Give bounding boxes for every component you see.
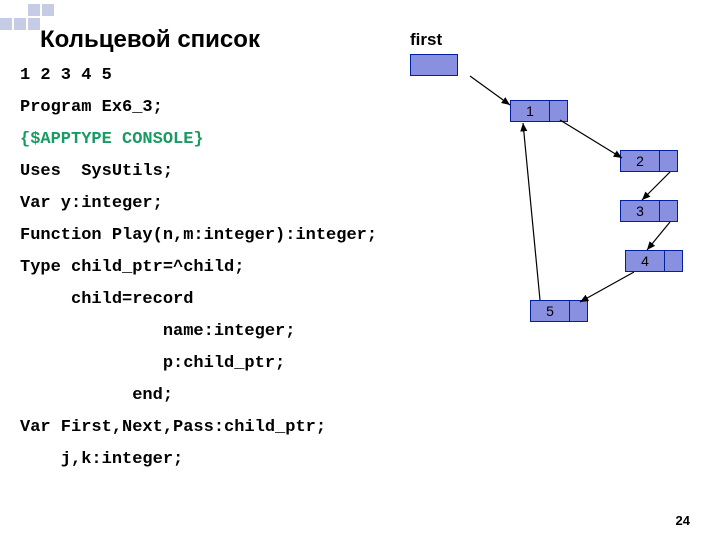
- code-line: Program Ex6_3;: [20, 92, 377, 124]
- node-4-value: 4: [625, 250, 665, 272]
- node-1-ptr: [550, 100, 568, 122]
- node-5-ptr: [570, 300, 588, 322]
- node-2-ptr: [660, 150, 678, 172]
- code-line: p:child_ptr;: [20, 348, 377, 380]
- code-block: 1 2 3 4 5Program Ex6_3;{$APPTYPE CONSOLE…: [20, 60, 377, 476]
- node-4: 4: [625, 250, 683, 272]
- code-line: 1 2 3 4 5: [20, 60, 377, 92]
- node-4-ptr: [665, 250, 683, 272]
- first-label: first: [410, 30, 442, 50]
- code-line: end;: [20, 380, 377, 412]
- code-line: Var y:integer;: [20, 188, 377, 220]
- node-5-value: 5: [530, 300, 570, 322]
- node-3: 3: [620, 200, 678, 222]
- node-1-value: 1: [510, 100, 550, 122]
- node-2: 2: [620, 150, 678, 172]
- node-1: 1: [510, 100, 568, 122]
- first-pointer-box: [410, 54, 458, 76]
- node-3-ptr: [660, 200, 678, 222]
- code-line: {$APPTYPE CONSOLE}: [20, 124, 377, 156]
- code-line: Function Play(n,m:integer):integer;: [20, 220, 377, 252]
- code-line: j,k:integer;: [20, 444, 377, 476]
- code-line: Uses SysUtils;: [20, 156, 377, 188]
- node-2-value: 2: [620, 150, 660, 172]
- linked-list-diagram: first 1 2 3 4 5: [410, 30, 710, 380]
- node-5: 5: [530, 300, 588, 322]
- page-number: 24: [676, 513, 690, 528]
- code-line: child=record: [20, 284, 377, 316]
- code-line: name:integer;: [20, 316, 377, 348]
- node-3-value: 3: [620, 200, 660, 222]
- code-line: Var First,Next,Pass:child_ptr;: [20, 412, 377, 444]
- code-line: Type child_ptr=^child;: [20, 252, 377, 284]
- slide-title: Кольцевой список: [40, 26, 260, 54]
